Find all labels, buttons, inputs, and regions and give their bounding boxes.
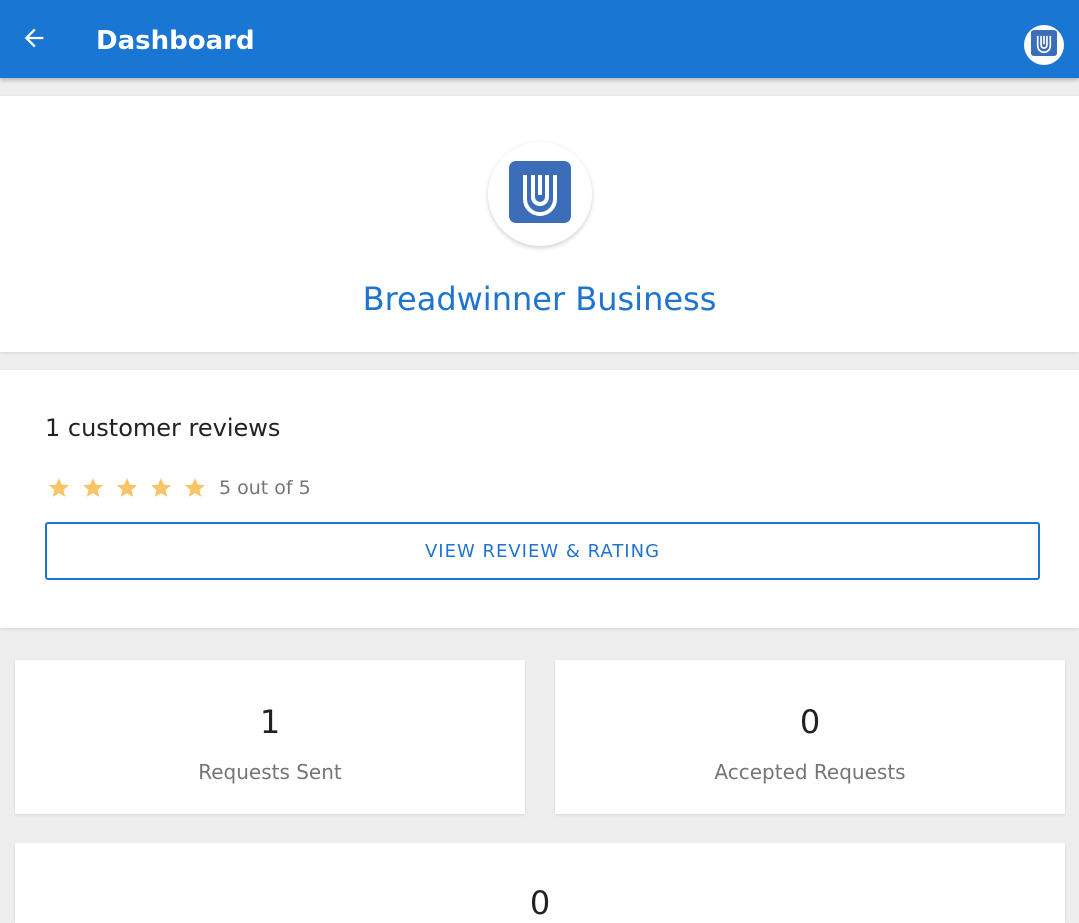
star-icon [113,474,141,502]
requests-sent-card[interactable]: 1 Requests Sent [15,660,525,814]
stat-value: 0 [529,884,551,922]
arrow-left-icon [20,24,48,56]
avatar[interactable] [1024,25,1064,65]
breadwinner-logo-icon [509,161,571,227]
view-review-rating-button[interactable]: VIEW REVIEW & RATING [45,522,1040,580]
star-icon [181,474,209,502]
star-icon [147,474,175,502]
business-name: Breadwinner Business [362,280,717,318]
requests-sent-value: 1 [259,703,281,741]
accepted-requests-label: Accepted Requests [714,760,906,784]
app-bar: Dashboard [0,0,1079,78]
rating-text: 5 out of 5 [219,477,311,499]
reviews-count: 1 customer reviews [45,414,281,442]
page-title: Dashboard [96,26,255,56]
star-icon [45,474,73,502]
accepted-requests-value: 0 [799,703,821,741]
star-icon [79,474,107,502]
accepted-requests-card[interactable]: 0 Accepted Requests [555,660,1065,814]
back-button[interactable] [12,18,56,62]
star-rating: 5 out of 5 [45,474,311,502]
business-logo [488,142,592,246]
reviews-card: 1 customer reviews 5 out of 5 VIEW REVIE… [0,370,1079,628]
stat-card[interactable]: 0 [15,843,1065,923]
breadwinner-logo-icon [1031,30,1057,60]
business-profile-card: Breadwinner Business [0,96,1079,352]
requests-sent-label: Requests Sent [198,760,342,784]
